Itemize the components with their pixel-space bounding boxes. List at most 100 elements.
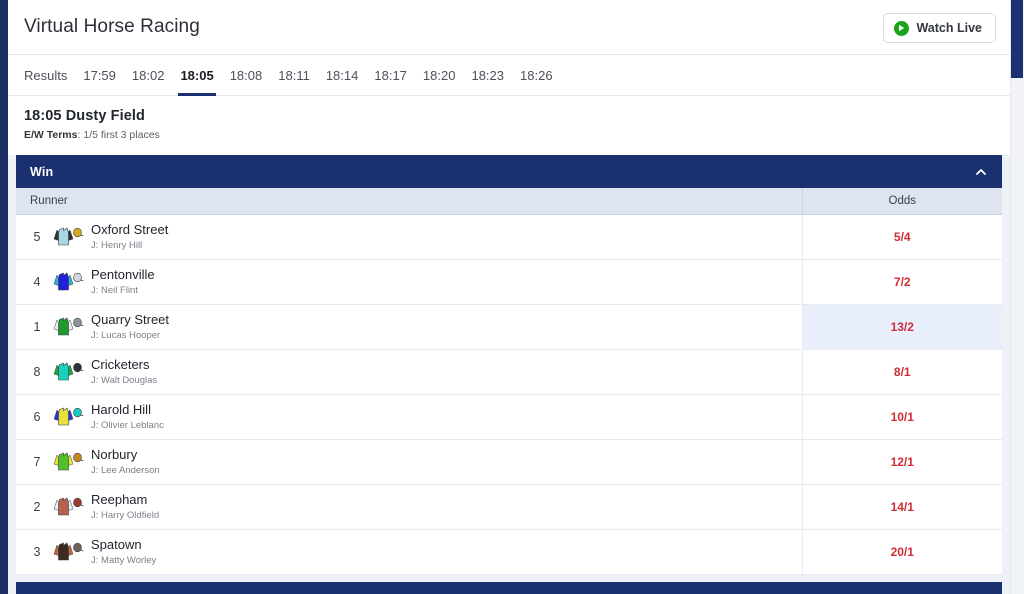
table-row: 8 Cricketers J: Walt Douglas 8/1 bbox=[16, 349, 1002, 395]
tab-1805[interactable]: 18:05 bbox=[172, 55, 221, 96]
table-row: 4 Pentonville J: Neil Flint 7/2 bbox=[16, 259, 1002, 305]
silks-icon bbox=[53, 362, 84, 380]
scrollbar-thumb[interactable] bbox=[1011, 0, 1023, 78]
page-content: Virtual Horse Racing Watch Live Results … bbox=[8, 0, 1010, 594]
tab-1759[interactable]: 17:59 bbox=[75, 55, 124, 95]
tab-label: 18:02 bbox=[131, 67, 165, 83]
table-row: 2 Reepham J: Harry Oldfield 14/1 bbox=[16, 484, 1002, 530]
page-title: Virtual Horse Racing bbox=[24, 16, 200, 37]
table-row: 3 Spatown J: Matty Worley 20/1 bbox=[16, 529, 1002, 575]
race-meta: 18:05 Dusty Field E/W Terms: 1/5 first 3… bbox=[8, 96, 1010, 155]
race-title: 18:05 Dusty Field bbox=[24, 108, 145, 124]
tab-1823[interactable]: 18:23 bbox=[463, 55, 512, 95]
saddle-cloth-number: 7 bbox=[33, 454, 41, 469]
runner-name[interactable]: Pentonville bbox=[91, 267, 155, 283]
jockey-name: J: Neil Flint bbox=[91, 284, 138, 296]
ew-terms-value: 1/5 first 3 places bbox=[83, 129, 160, 141]
tab-label: 18:14 bbox=[325, 67, 359, 83]
saddle-cloth-number: 3 bbox=[33, 544, 41, 559]
win-market: Win Runner Odds 5 Oxford Street J: Henry H… bbox=[16, 155, 1002, 594]
chevron-up-icon[interactable] bbox=[974, 165, 988, 179]
runner-name[interactable]: Harold Hill bbox=[91, 402, 164, 418]
odds-cell[interactable]: 20/1 bbox=[801, 529, 1002, 575]
odds-cell[interactable]: 10/1 bbox=[801, 394, 1002, 440]
runner-cell: 2 Reepham J: Harry Oldfield bbox=[16, 484, 802, 530]
tab-label: 18:11 bbox=[278, 67, 310, 83]
odds-value: 13/2 bbox=[890, 319, 914, 334]
runner-name[interactable]: Reepham bbox=[91, 492, 159, 508]
saddle-cloth-number: 1 bbox=[33, 319, 41, 334]
odds-cell[interactable]: 5/4 bbox=[801, 214, 1002, 260]
watch-live-button[interactable]: Watch Live bbox=[883, 13, 996, 43]
odds-cell[interactable]: 14/1 bbox=[801, 484, 1002, 530]
runner-cell: 3 Spatown J: Matty Worley bbox=[16, 529, 802, 575]
column-header-runner: Runner bbox=[16, 188, 802, 215]
saddle-cloth-number: 5 bbox=[33, 229, 41, 244]
runner-name[interactable]: Norbury bbox=[91, 447, 160, 463]
column-header-odds: Odds bbox=[801, 188, 1002, 215]
jockey-name: J: Walt Douglas bbox=[91, 374, 158, 386]
odds-cell[interactable]: 7/2 bbox=[801, 259, 1002, 305]
each-way-terms: E/W Terms: 1/5 first 3 places bbox=[24, 129, 994, 141]
silks-icon bbox=[53, 317, 84, 335]
tab-1802[interactable]: 18:02 bbox=[124, 55, 173, 95]
tab-label: 18:23 bbox=[471, 67, 505, 83]
table-row: 1 Quarry Street J: Lucas Hooper 13/2 bbox=[16, 304, 1002, 350]
runner-name[interactable]: Quarry Street bbox=[91, 312, 169, 328]
jockey-name: J: Matty Worley bbox=[91, 554, 157, 566]
silks-icon bbox=[53, 497, 84, 515]
odds-value: 5/4 bbox=[893, 229, 911, 244]
saddle-cloth-number: 4 bbox=[33, 274, 41, 289]
tab-label: 18:26 bbox=[520, 67, 553, 83]
odds-value: 7/2 bbox=[893, 274, 911, 289]
runner-cell: 1 Quarry Street J: Lucas Hooper bbox=[16, 304, 802, 350]
tab-1826[interactable]: 18:26 bbox=[512, 55, 561, 95]
runner-name[interactable]: Spatown bbox=[91, 537, 156, 553]
tab-results[interactable]: Results bbox=[22, 55, 75, 95]
tab-label: 18:05 bbox=[180, 67, 214, 83]
runner-name[interactable]: Cricketers bbox=[91, 357, 157, 373]
odds-value: 12/1 bbox=[890, 454, 914, 469]
virtual-horse-racing-app: Virtual Horse Racing Watch Live Results … bbox=[0, 0, 1024, 594]
silks-icon bbox=[53, 272, 84, 290]
tab-1808[interactable]: 18:08 bbox=[222, 55, 271, 95]
odds-cell[interactable]: 8/1 bbox=[801, 349, 1002, 395]
play-icon bbox=[894, 20, 910, 36]
silks-icon bbox=[53, 407, 84, 425]
tab-label: 17:59 bbox=[83, 67, 116, 83]
app-header: Virtual Horse Racing Watch Live bbox=[8, 0, 1010, 55]
runner-name[interactable]: Oxford Street bbox=[91, 222, 168, 238]
market-name: Win bbox=[30, 164, 54, 179]
runner-cell: 5 Oxford Street J: Henry Hill bbox=[16, 214, 802, 260]
watch-live-label: Watch Live bbox=[916, 21, 982, 35]
silks-icon bbox=[53, 227, 84, 245]
tab-1814[interactable]: 18:14 bbox=[318, 55, 367, 95]
silks-icon bbox=[53, 452, 84, 470]
tab-label: 18:08 bbox=[229, 67, 263, 83]
table-row: 5 Oxford Street J: Henry Hill 5/4 bbox=[16, 214, 1002, 260]
odds-cell[interactable]: 12/1 bbox=[801, 439, 1002, 485]
odds-value: 20/1 bbox=[890, 544, 914, 559]
left-edge-rail bbox=[0, 0, 8, 594]
runner-cell: 8 Cricketers J: Walt Douglas bbox=[16, 349, 802, 395]
saddle-cloth-number: 8 bbox=[33, 364, 41, 379]
vertical-scrollbar[interactable] bbox=[1010, 0, 1024, 594]
tab-1811[interactable]: 18:11 bbox=[270, 55, 318, 95]
market-header-win[interactable]: Win bbox=[16, 155, 1002, 188]
runners-table: Runner Odds 5 Oxford Street J: Henry Hill 5… bbox=[16, 188, 1002, 575]
tab-label: Results bbox=[24, 67, 68, 83]
market-header-next[interactable] bbox=[16, 581, 1002, 594]
jockey-name: J: Harry Oldfield bbox=[91, 509, 160, 521]
saddle-cloth-number: 6 bbox=[33, 409, 41, 424]
table-row: 6 Harold Hill J: Olivier Leblanc 10/1 bbox=[16, 394, 1002, 440]
odds-cell[interactable]: 13/2 bbox=[801, 304, 1002, 350]
table-row: 7 Norbury J: Lee Anderson 12/1 bbox=[16, 439, 1002, 485]
table-header-row: Runner Odds bbox=[16, 188, 1002, 215]
odds-value: 8/1 bbox=[893, 364, 911, 379]
odds-value: 10/1 bbox=[890, 409, 914, 424]
tab-1817[interactable]: 18:17 bbox=[366, 55, 415, 95]
tab-1820[interactable]: 18:20 bbox=[415, 55, 464, 95]
ew-terms-label: E/W Terms bbox=[24, 129, 78, 141]
tab-label: 18:20 bbox=[422, 67, 456, 83]
jockey-name: J: Lucas Hooper bbox=[91, 329, 161, 341]
